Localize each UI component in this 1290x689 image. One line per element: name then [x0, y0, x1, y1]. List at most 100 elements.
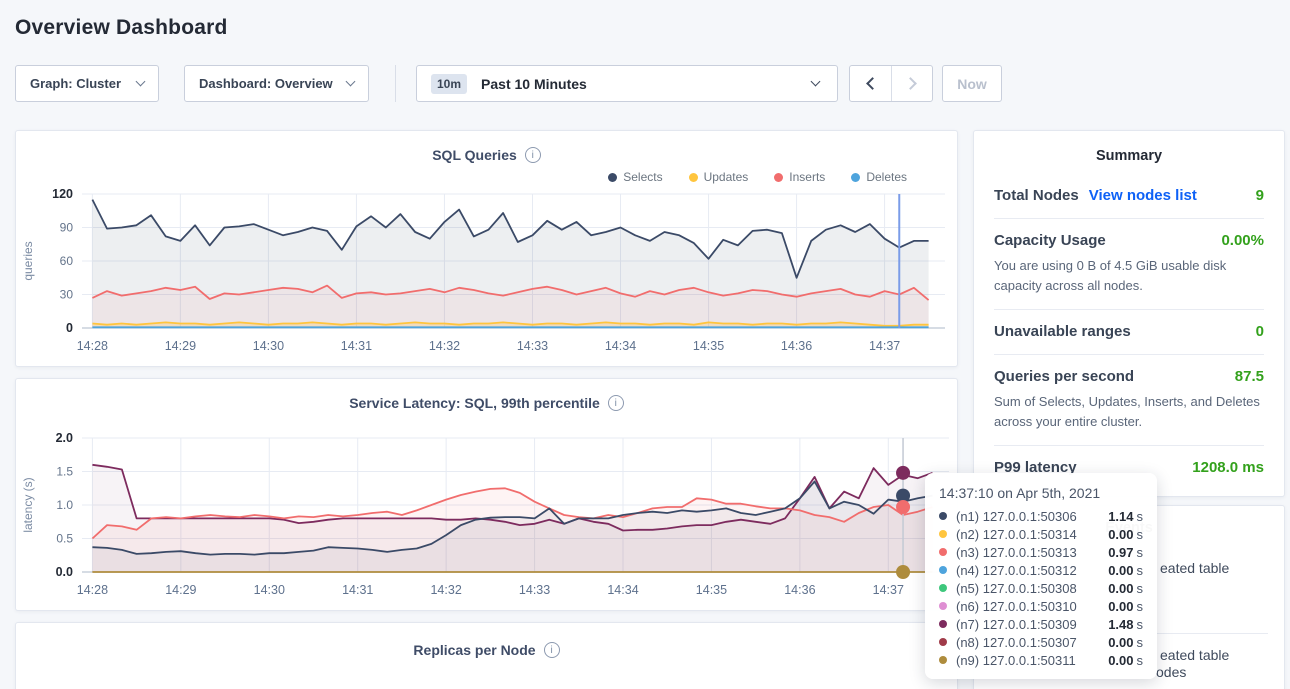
summary-row-label: Total Nodes — [994, 187, 1079, 204]
event-item-text: eated table — [1160, 560, 1229, 576]
tooltip-node-value: 1.14 — [1108, 509, 1133, 524]
info-icon[interactable] — [525, 147, 541, 163]
svg-text:90: 90 — [60, 221, 74, 235]
info-icon[interactable] — [608, 395, 624, 411]
tooltip-row: (n8) 127.0.0.1:503070.00s — [939, 633, 1143, 651]
tooltip-node-value: 0.00 — [1108, 635, 1133, 650]
time-range-picker[interactable]: 10m Past 10 Minutes — [416, 65, 838, 102]
svg-text:14:34: 14:34 — [605, 339, 636, 353]
tooltip-node-value: 0.00 — [1108, 581, 1133, 596]
svg-text:14:36: 14:36 — [784, 583, 815, 597]
svg-text:14:32: 14:32 — [430, 583, 461, 597]
tooltip-title: 14:37:10 on Apr 5th, 2021 — [939, 485, 1143, 501]
tooltip-node-unit: s — [1137, 599, 1144, 614]
summary-row-value: 87.5 — [1235, 368, 1264, 385]
tooltip-node-value: 0.00 — [1108, 527, 1133, 542]
svg-text:0.5: 0.5 — [56, 532, 73, 546]
chevron-right-icon — [904, 77, 917, 90]
summary-row-description: You are using 0 B of 4.5 GiB usable disk… — [994, 256, 1264, 295]
summary-rows: Total NodesView nodes list9Capacity Usag… — [994, 174, 1264, 490]
sql-queries-panel: SQL Queries SelectsUpdatesInsertsDeletes… — [15, 130, 958, 367]
svg-text:14:33: 14:33 — [517, 339, 548, 353]
tooltip-row: (n5) 127.0.0.1:50308 0.00 s — [939, 579, 1143, 597]
tooltip-row: (n6) 127.0.0.1:50310 0.00 s — [939, 597, 1143, 615]
tooltip-node-value: 0.00 — [1108, 653, 1133, 668]
time-range-label: Past 10 Minutes — [481, 76, 587, 92]
next-time-button[interactable] — [891, 66, 932, 101]
node-color-dot-icon — [939, 566, 947, 574]
dashboard-dropdown[interactable]: Dashboard: Overview — [184, 65, 369, 102]
svg-text:14:29: 14:29 — [165, 583, 196, 597]
summary-row-description: Sum of Selects, Updates, Inserts, and De… — [994, 392, 1264, 431]
svg-text:14:37: 14:37 — [869, 339, 900, 353]
legend-label: Deletes — [866, 170, 907, 184]
summary-row-value: 1208.0 ms — [1192, 459, 1264, 476]
legend-dot-icon — [608, 173, 617, 182]
tooltip-node-unit: s — [1137, 653, 1144, 668]
summary-row: Total NodesView nodes list9 — [994, 174, 1264, 218]
toolbar: Graph: Cluster Dashboard: Overview 10m P… — [15, 65, 1290, 102]
tooltip-row: (n1) 127.0.0.1:50306 1.14 s — [939, 507, 1143, 525]
hover-tooltip: 14:37:10 on Apr 5th, 2021 (n1) 127.0.0.1… — [925, 473, 1157, 679]
sql-queries-chart[interactable]: 030609012014:2814:2914:3014:3114:3214:33… — [16, 186, 957, 358]
event-item-text: eated table — [1160, 647, 1229, 663]
view-nodes-list-link[interactable]: View nodes list — [1089, 187, 1197, 204]
svg-text:120: 120 — [52, 187, 73, 201]
svg-text:1.5: 1.5 — [56, 465, 73, 479]
chevron-down-icon — [136, 77, 146, 87]
tooltip-node-label: (n6) 127.0.0.1:50310 — [956, 599, 1100, 614]
svg-text:30: 30 — [60, 288, 74, 302]
node-color-dot-icon — [939, 602, 947, 610]
tooltip-node-unit: s — [1137, 527, 1144, 542]
chevron-down-icon — [346, 77, 356, 87]
node-color-dot-icon — [939, 620, 947, 628]
toolbar-divider — [395, 65, 396, 102]
svg-text:14:32: 14:32 — [429, 339, 460, 353]
tooltip-node-unit: s — [1137, 617, 1144, 632]
legend-label: Inserts — [789, 170, 825, 184]
tooltip-node-unit: s — [1137, 581, 1144, 596]
tooltip-node-value: 0.00 — [1108, 599, 1133, 614]
svg-text:latency (s): latency (s) — [21, 477, 35, 532]
tooltip-row: (n4) 127.0.0.1:503120.00s — [939, 561, 1143, 579]
svg-text:14:31: 14:31 — [341, 339, 372, 353]
svg-text:14:29: 14:29 — [165, 339, 196, 353]
summary-row-label: Queries per second — [994, 368, 1134, 385]
node-color-dot-icon — [939, 584, 947, 592]
svg-text:14:34: 14:34 — [607, 583, 638, 597]
replicas-panel: Replicas per Node — [15, 622, 958, 689]
chevron-down-icon — [811, 77, 821, 87]
graph-dropdown[interactable]: Graph: Cluster — [15, 65, 159, 102]
node-color-dot-icon — [939, 530, 947, 538]
summary-row: Queries per second 87.5 Sum of Selects, Up… — [994, 354, 1264, 445]
legend-dot-icon — [851, 173, 860, 182]
page-title: Overview Dashboard — [0, 0, 1290, 40]
prev-time-button[interactable] — [850, 66, 891, 101]
node-color-dot-icon — [939, 512, 947, 520]
summary-row-label: Capacity Usage — [994, 232, 1106, 249]
tooltip-node-label: (n4) 127.0.0.1:50312 — [956, 563, 1100, 578]
latency-chart[interactable]: 0.00.51.01.52.014:2814:2914:3014:3114:32… — [16, 430, 957, 602]
time-nav — [849, 65, 933, 102]
tooltip-row: (n7) 127.0.0.1:503091.48s — [939, 615, 1143, 633]
legend-dot-icon — [689, 173, 698, 182]
tooltip-node-unit: s — [1137, 509, 1144, 524]
now-button[interactable]: Now — [942, 65, 1002, 102]
svg-text:2.0: 2.0 — [56, 431, 73, 445]
svg-text:14:37: 14:37 — [873, 583, 904, 597]
svg-text:14:28: 14:28 — [77, 339, 108, 353]
latency-panel: Service Latency: SQL, 99th percentile 0.… — [15, 378, 958, 611]
svg-text:14:30: 14:30 — [253, 339, 284, 353]
summary-row-label: Unavailable ranges — [994, 323, 1131, 340]
tooltip-node-label: (n1) 127.0.0.1:50306 — [956, 509, 1100, 524]
overview-dashboard-page: Overview Dashboard Graph: Cluster Dashbo… — [0, 0, 1290, 689]
svg-text:14:30: 14:30 — [254, 583, 285, 597]
summary-row: Unavailable ranges0 — [994, 309, 1264, 354]
info-icon[interactable] — [544, 642, 560, 658]
tooltip-node-value: 0.97 — [1108, 545, 1133, 560]
svg-text:14:31: 14:31 — [342, 583, 373, 597]
tooltip-node-label: (n5) 127.0.0.1:50308 — [956, 581, 1100, 596]
svg-text:0: 0 — [66, 321, 73, 335]
legend-label: Selects — [623, 170, 662, 184]
replicas-title: Replicas per Node — [413, 642, 535, 658]
